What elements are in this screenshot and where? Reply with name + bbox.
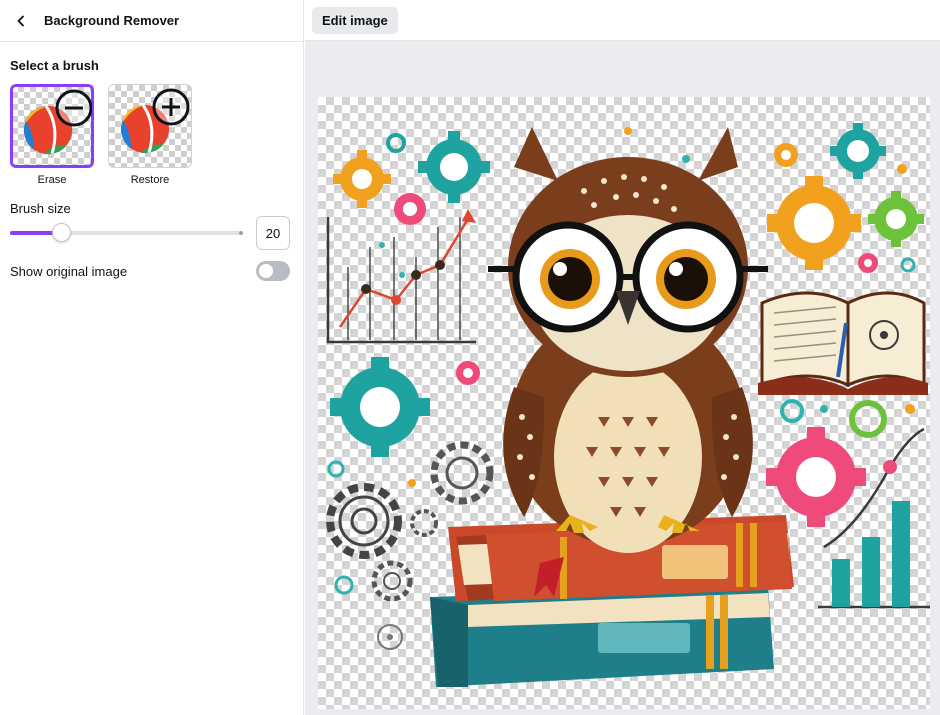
owl-graphic — [488, 127, 768, 553]
open-book-graphic — [758, 291, 928, 395]
erase-brush-tile[interactable] — [10, 84, 94, 168]
brush-size-label: Brush size — [10, 201, 71, 216]
slider-thumb[interactable] — [52, 223, 71, 242]
edit-image-button[interactable]: Edit image — [312, 6, 398, 34]
show-original-label: Show original image — [10, 263, 128, 279]
workspace: Edit image — [305, 0, 940, 715]
background-remover-panel: Background Remover Select a brush Erase … — [0, 0, 304, 715]
back-button[interactable] — [10, 10, 32, 32]
brush-size-input[interactable] — [256, 216, 290, 250]
erase-label: Erase — [37, 174, 67, 186]
show-original-toggle[interactable] — [256, 261, 290, 281]
minus-circle-icon — [55, 89, 92, 127]
panel-title: Background Remover — [44, 13, 180, 28]
image-canvas[interactable] — [318, 97, 930, 709]
plus-circle-icon — [152, 88, 190, 126]
brush-size-slider[interactable] — [10, 223, 243, 242]
left-chart-graphic — [326, 209, 476, 344]
erase-brush-option[interactable]: Erase — [10, 84, 94, 186]
panel-header: Background Remover — [0, 0, 303, 42]
restore-brush-option[interactable]: Restore — [108, 84, 192, 186]
slider-end-dot — [239, 231, 243, 235]
select-brush-heading: Select a brush — [10, 58, 99, 73]
restore-brush-tile[interactable] — [108, 84, 192, 168]
toggle-knob — [259, 264, 273, 278]
chevron-left-icon — [17, 15, 24, 26]
owl-illustration — [326, 123, 930, 687]
workspace-toolbar: Edit image — [305, 0, 940, 41]
brush-size-slider-row — [10, 216, 290, 250]
brush-options: Erase Restore — [10, 84, 192, 186]
restore-label: Restore — [130, 174, 170, 186]
show-original-row: Show original image — [10, 260, 290, 282]
